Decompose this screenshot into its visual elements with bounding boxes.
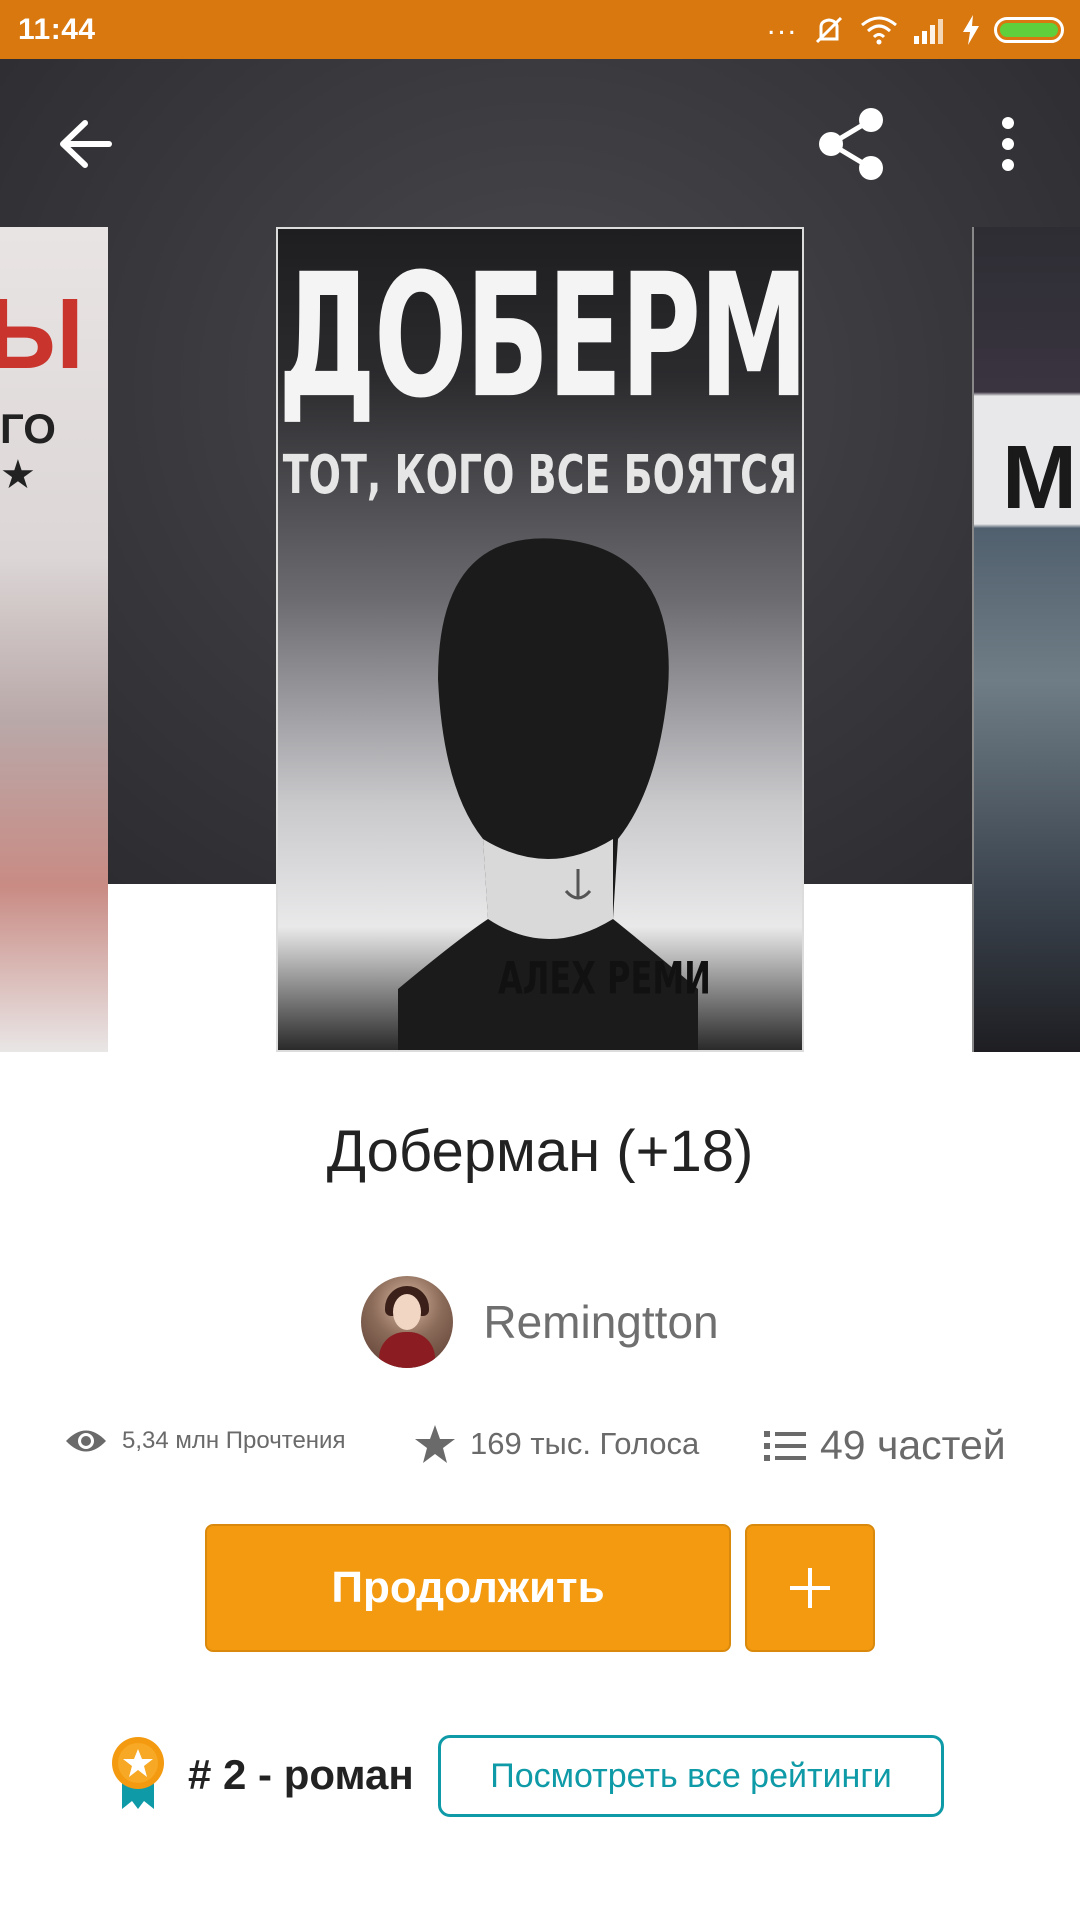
back-button[interactable] (30, 89, 140, 199)
reads-stat: 5,34 млн Прочтения (64, 1426, 345, 1456)
cover-title: ДОБЕРМАН (278, 237, 804, 436)
status-time: 11:44 (18, 12, 96, 46)
toolbar (0, 59, 1080, 229)
more-notifications-icon: ... (766, 7, 798, 41)
status-bar: 11:44 ... (0, 0, 1080, 59)
author-name[interactable]: Remingtton (483, 1295, 718, 1349)
list-icon (764, 1430, 806, 1461)
book-stats: 5,34 млн Прочтения 169 тыс. Голоса 49 ча… (0, 1416, 1080, 1486)
plus-icon (790, 1568, 830, 1608)
parts-stat[interactable]: 49 частей (764, 1422, 1006, 1469)
cover-next-text: M (1002, 428, 1077, 528)
share-button[interactable] (796, 89, 906, 199)
cover-subtitle: ТОТ, КОГО ВСЕ БОЯТСЯ (282, 444, 798, 506)
wifi-icon (861, 16, 897, 44)
add-to-library-button[interactable] (745, 1524, 875, 1652)
vibrate-off-icon (815, 16, 843, 43)
cover-prev-text: Ы (0, 278, 84, 390)
ranking-row: # 2 - роман Посмотреть все рейтинги (0, 1735, 1080, 1820)
eye-icon (66, 1430, 106, 1452)
share-icon (819, 108, 883, 180)
charging-icon (963, 14, 979, 45)
status-icons: ... (766, 7, 1064, 47)
votes-stat: 169 тыс. Голоса (414, 1424, 699, 1464)
cover-carousel-next[interactable]: M (972, 227, 1080, 1052)
medal-icon (112, 1737, 164, 1809)
view-all-rankings-button[interactable]: Посмотреть все рейтинги (438, 1735, 944, 1817)
reads-count: 5,34 млн Прочтения (122, 1427, 346, 1454)
book-cover[interactable]: ДОБЕРМАН ТОТ, КОГО ВСЕ БОЯТСЯ АЛЕХ РЕМИ (276, 227, 804, 1052)
votes-count: 169 тыс. Голоса (470, 1426, 700, 1461)
cover-author: АЛЕХ РЕМИ (498, 951, 711, 1005)
cover-carousel-prev[interactable]: Ы ГО ★ (0, 227, 108, 1052)
author-row[interactable]: Remingtton (0, 1276, 1080, 1368)
continue-reading-button[interactable]: Продолжить (205, 1524, 731, 1652)
ranking-text: # 2 - роман (188, 1751, 414, 1798)
signal-icon (914, 18, 943, 44)
parts-count: 49 частей (820, 1422, 1006, 1468)
book-title: Доберман (+18) (326, 1119, 754, 1184)
star-icon (415, 1425, 455, 1463)
arrow-left-icon (60, 120, 112, 168)
author-avatar[interactable] (361, 1276, 454, 1368)
cover-prev-text: ГО (0, 405, 56, 452)
battery-icon (994, 16, 1064, 43)
more-vertical-icon (1002, 117, 1014, 171)
star-icon: ★ (0, 453, 36, 497)
more-options-button[interactable] (953, 89, 1063, 199)
